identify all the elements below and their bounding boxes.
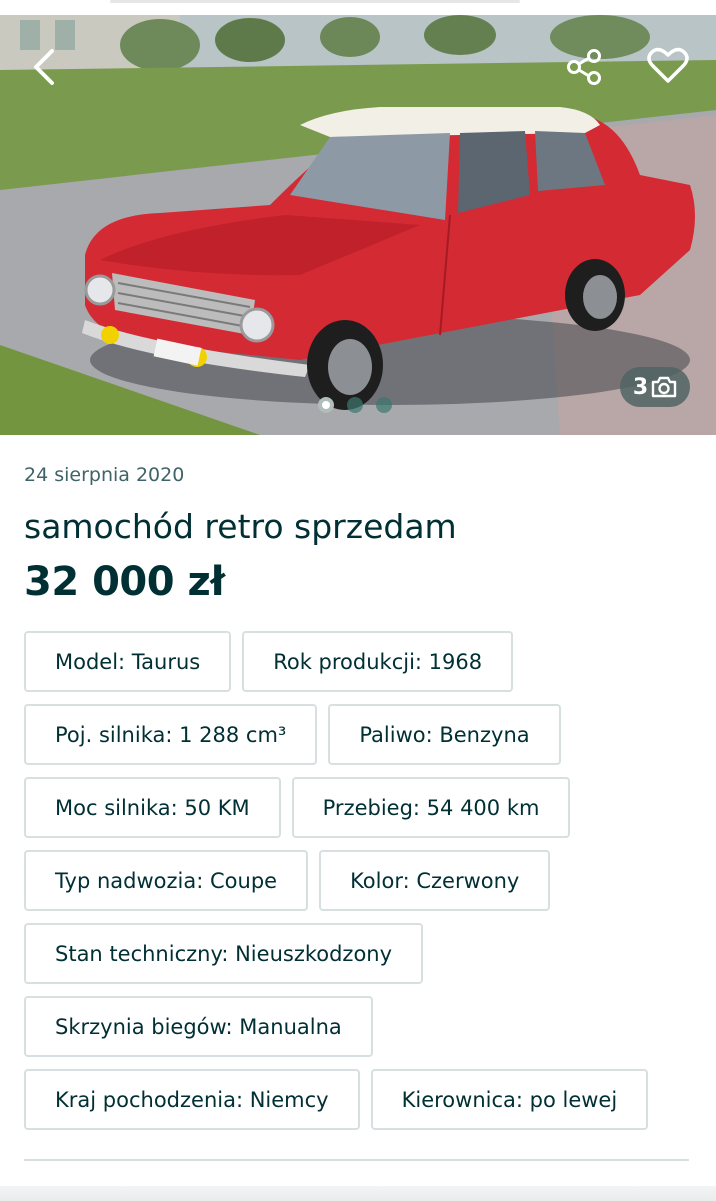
pagination-dot[interactable] <box>376 397 392 413</box>
listing-date: 24 sierpnia 2020 <box>24 464 185 486</box>
param-gearbox: Skrzynia biegów: Manualna <box>24 996 373 1057</box>
share-icon <box>567 49 601 85</box>
param-fuel: Paliwo: Benzyna <box>328 704 561 765</box>
bottom-bar-edge <box>0 1186 716 1201</box>
section-divider <box>24 1159 689 1161</box>
favorite-button[interactable] <box>644 41 692 89</box>
param-production-year: Rok produkcji: 1968 <box>242 631 514 692</box>
photo-gallery[interactable]: 3 <box>0 15 716 435</box>
parameters-list: Model: Taurus Rok produkcji: 1968 Poj. s… <box>24 631 694 1130</box>
param-body-type: Typ nadwozia: Coupe <box>24 850 309 911</box>
param-mileage: Przebieg: 54 400 km <box>291 777 571 838</box>
param-steering: Kierownica: po lewej <box>370 1069 649 1130</box>
heart-outline-icon <box>647 47 689 83</box>
listing-title: samochód retro sprzedam <box>24 507 457 546</box>
back-button[interactable] <box>22 45 66 89</box>
chevron-left-icon <box>34 49 54 85</box>
param-condition: Stan techniczny: Nieuszkodzony <box>24 923 424 984</box>
pagination-dot[interactable] <box>347 397 363 413</box>
listing-price: 32 000 zł <box>24 559 225 605</box>
listing-photo <box>0 15 716 435</box>
photo-count-badge[interactable]: 3 <box>620 367 690 407</box>
top-handle <box>110 0 520 3</box>
param-model: Model: Taurus <box>24 631 232 692</box>
photo-count-value: 3 <box>632 374 649 400</box>
share-button[interactable] <box>560 43 608 91</box>
param-engine-capacity: Poj. silnika: 1 288 cm³ <box>24 704 318 765</box>
param-engine-power: Moc silnika: 50 KM <box>24 777 281 838</box>
gallery-pagination <box>318 397 392 413</box>
top-strip <box>0 0 716 15</box>
camera-icon <box>651 376 677 398</box>
param-country-of-origin: Kraj pochodzenia: Niemcy <box>24 1069 360 1130</box>
pagination-dot[interactable] <box>318 397 334 413</box>
param-color: Kolor: Czerwony <box>319 850 551 911</box>
